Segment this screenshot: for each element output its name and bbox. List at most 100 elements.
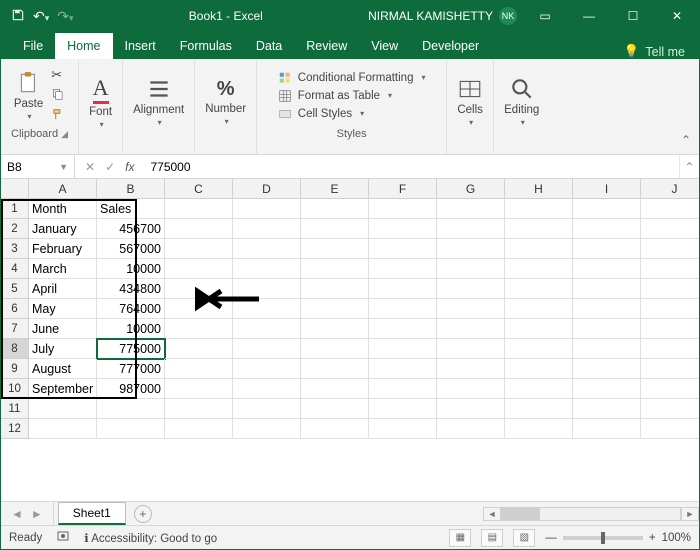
cell[interactable]: March [29,259,97,279]
maximize-button[interactable]: ☐ [611,1,655,31]
tab-insert[interactable]: Insert [113,33,168,59]
column-header[interactable]: A [29,179,97,199]
cell[interactable] [437,219,505,239]
cell[interactable] [233,319,301,339]
cell[interactable] [573,339,641,359]
cell-styles-button[interactable]: Cell Styles▾ [278,107,364,121]
copy-icon[interactable] [51,87,65,104]
cell[interactable] [437,399,505,419]
cell[interactable] [301,359,369,379]
paste-button[interactable]: Paste▾ [14,70,43,121]
cell[interactable]: September [29,379,97,399]
row-header[interactable]: 1 [1,199,29,219]
cell[interactable] [505,239,573,259]
cell[interactable] [233,339,301,359]
undo-icon[interactable]: ↶▾ [33,8,49,25]
format-painter-icon[interactable] [51,108,65,125]
cell[interactable] [29,419,97,439]
cell[interactable] [505,279,573,299]
name-box[interactable]: B8▼ [1,155,75,178]
formula-bar[interactable]: 775000 [144,155,679,178]
row-header[interactable]: 7 [1,319,29,339]
cell[interactable] [437,419,505,439]
cell[interactable] [301,379,369,399]
cell[interactable] [437,199,505,219]
row-header[interactable]: 8 [1,339,29,359]
cell[interactable] [165,279,233,299]
cell[interactable] [301,279,369,299]
select-all-cells[interactable] [1,179,29,199]
cell[interactable] [233,239,301,259]
cell[interactable] [437,319,505,339]
scroll-left-button[interactable]: ◄ [483,507,501,521]
cell[interactable] [301,239,369,259]
column-header[interactable]: C [165,179,233,199]
fx-icon[interactable]: fx [125,160,134,174]
minimize-button[interactable]: — [567,1,611,31]
cell[interactable] [233,299,301,319]
expand-formula-bar-icon[interactable]: ⌃ [679,155,699,178]
column-header[interactable]: B [97,179,165,199]
tab-file[interactable]: File [11,33,55,59]
cell[interactable] [437,279,505,299]
cell[interactable]: 777000 [97,359,165,379]
avatar[interactable]: NK [499,7,517,25]
cell[interactable] [165,219,233,239]
cell[interactable] [165,199,233,219]
tab-scroll-right-icon[interactable]: ► [31,507,43,521]
normal-view-icon[interactable]: ▦ [449,529,471,547]
cell[interactable]: July [29,339,97,359]
tell-me[interactable]: 💡Tell me [610,44,699,59]
cell[interactable]: February [29,239,97,259]
cell[interactable] [369,419,437,439]
cell[interactable]: January [29,219,97,239]
cell[interactable] [641,339,699,359]
cell[interactable] [573,359,641,379]
zoom-out-button[interactable]: — [545,532,557,544]
column-header[interactable]: J [641,179,699,199]
cell[interactable] [505,319,573,339]
cell[interactable]: May [29,299,97,319]
zoom-level[interactable]: 100% [662,532,691,544]
cell[interactable] [165,379,233,399]
cell[interactable] [369,239,437,259]
cell[interactable] [165,359,233,379]
cell[interactable] [233,399,301,419]
cell[interactable] [641,419,699,439]
horizontal-scrollbar[interactable] [501,507,681,521]
cell[interactable] [165,259,233,279]
cell[interactable] [505,259,573,279]
cell[interactable] [573,279,641,299]
enter-formula-icon[interactable]: ✓ [105,160,115,174]
cell[interactable] [505,419,573,439]
save-icon[interactable] [11,8,25,25]
cell[interactable] [233,419,301,439]
row-header[interactable]: 3 [1,239,29,259]
cell[interactable] [233,219,301,239]
cell[interactable] [641,359,699,379]
alignment-button[interactable]: Alignment▾ [133,76,184,127]
cell[interactable] [641,299,699,319]
cell[interactable] [369,379,437,399]
column-header[interactable]: H [505,179,573,199]
row-header[interactable]: 12 [1,419,29,439]
cell[interactable]: June [29,319,97,339]
zoom-slider[interactable] [563,536,643,540]
cell[interactable] [437,259,505,279]
tab-formulas[interactable]: Formulas [168,33,244,59]
accessibility-status[interactable]: ℹ Accessibility: Good to go [84,531,217,545]
cell[interactable] [301,299,369,319]
cell[interactable] [437,359,505,379]
cell[interactable] [573,379,641,399]
row-header[interactable]: 9 [1,359,29,379]
cell[interactable] [641,199,699,219]
cell[interactable] [573,199,641,219]
cell[interactable] [165,299,233,319]
cell[interactable]: Sales [97,199,165,219]
cell[interactable] [437,239,505,259]
cell[interactable] [505,379,573,399]
row-header[interactable]: 11 [1,399,29,419]
cells-button[interactable]: Cells▾ [457,76,483,127]
cell[interactable] [505,359,573,379]
column-header[interactable]: E [301,179,369,199]
